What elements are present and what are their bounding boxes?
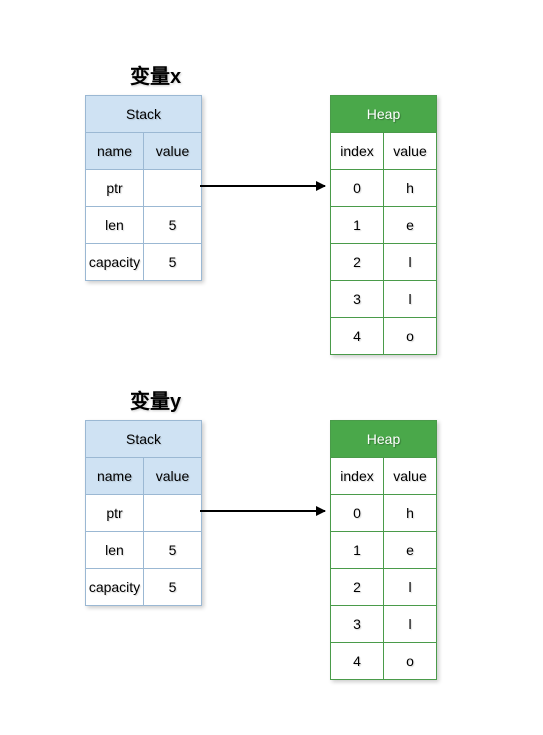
memory-diagram: 变量x Stack name value ptr len 5 capacity … [0,0,543,735]
pointer-arrow-x [200,185,325,187]
cell: capacity [86,569,144,606]
cell: e [384,532,437,569]
cell: len [86,207,144,244]
cell: ptr [86,495,144,532]
cell: 4 [331,318,384,355]
cell: 5 [144,532,202,569]
table-row: len 5 [86,532,202,569]
cell: 1 [331,532,384,569]
table-row: capacity 5 [86,569,202,606]
heap-header: Heap [331,421,437,458]
table-row: 4o [331,318,437,355]
stack-header: Stack [86,96,202,133]
stack-col-value: value [144,458,202,495]
cell: 3 [331,606,384,643]
cell: len [86,532,144,569]
cell: 0 [331,495,384,532]
table-row: 4o [331,643,437,680]
table-row: 1e [331,207,437,244]
cell: o [384,643,437,680]
cell [144,495,202,532]
table-row: 2l [331,244,437,281]
cell: l [384,569,437,606]
cell: capacity [86,244,144,281]
heap-col-index: index [331,458,384,495]
cell: 5 [144,244,202,281]
stack-col-name: name [86,458,144,495]
cell: l [384,281,437,318]
cell [144,170,202,207]
table-row: 1e [331,532,437,569]
variable-y-title: 变量y [130,385,181,414]
cell: l [384,606,437,643]
cell: 5 [144,569,202,606]
table-row: 3l [331,606,437,643]
stack-col-name: name [86,133,144,170]
table-row: 0h [331,170,437,207]
heap-header: Heap [331,96,437,133]
stack-table-y: Stack name value ptr len 5 capacity 5 [85,420,202,606]
heap-table-x: Heap index value 0h 1e 2l 3l 4o [330,95,437,355]
heap-col-value: value [384,458,437,495]
table-row: 2l [331,569,437,606]
table-row: capacity 5 [86,244,202,281]
pointer-arrow-y [200,510,325,512]
table-row: ptr [86,495,202,532]
stack-col-value: value [144,133,202,170]
heap-col-value: value [384,133,437,170]
cell: 2 [331,244,384,281]
cell: o [384,318,437,355]
cell: h [384,170,437,207]
table-row: 0h [331,495,437,532]
cell: ptr [86,170,144,207]
heap-table-y: Heap index value 0h 1e 2l 3l 4o [330,420,437,680]
cell: h [384,495,437,532]
cell: 0 [331,170,384,207]
cell: e [384,207,437,244]
cell: 4 [331,643,384,680]
cell: 1 [331,207,384,244]
heap-col-index: index [331,133,384,170]
cell: 3 [331,281,384,318]
cell: 2 [331,569,384,606]
cell: 5 [144,207,202,244]
variable-x-title: 变量x [130,60,181,89]
table-row: ptr [86,170,202,207]
table-row: len 5 [86,207,202,244]
stack-header: Stack [86,421,202,458]
table-row: 3l [331,281,437,318]
cell: l [384,244,437,281]
stack-table-x: Stack name value ptr len 5 capacity 5 [85,95,202,281]
